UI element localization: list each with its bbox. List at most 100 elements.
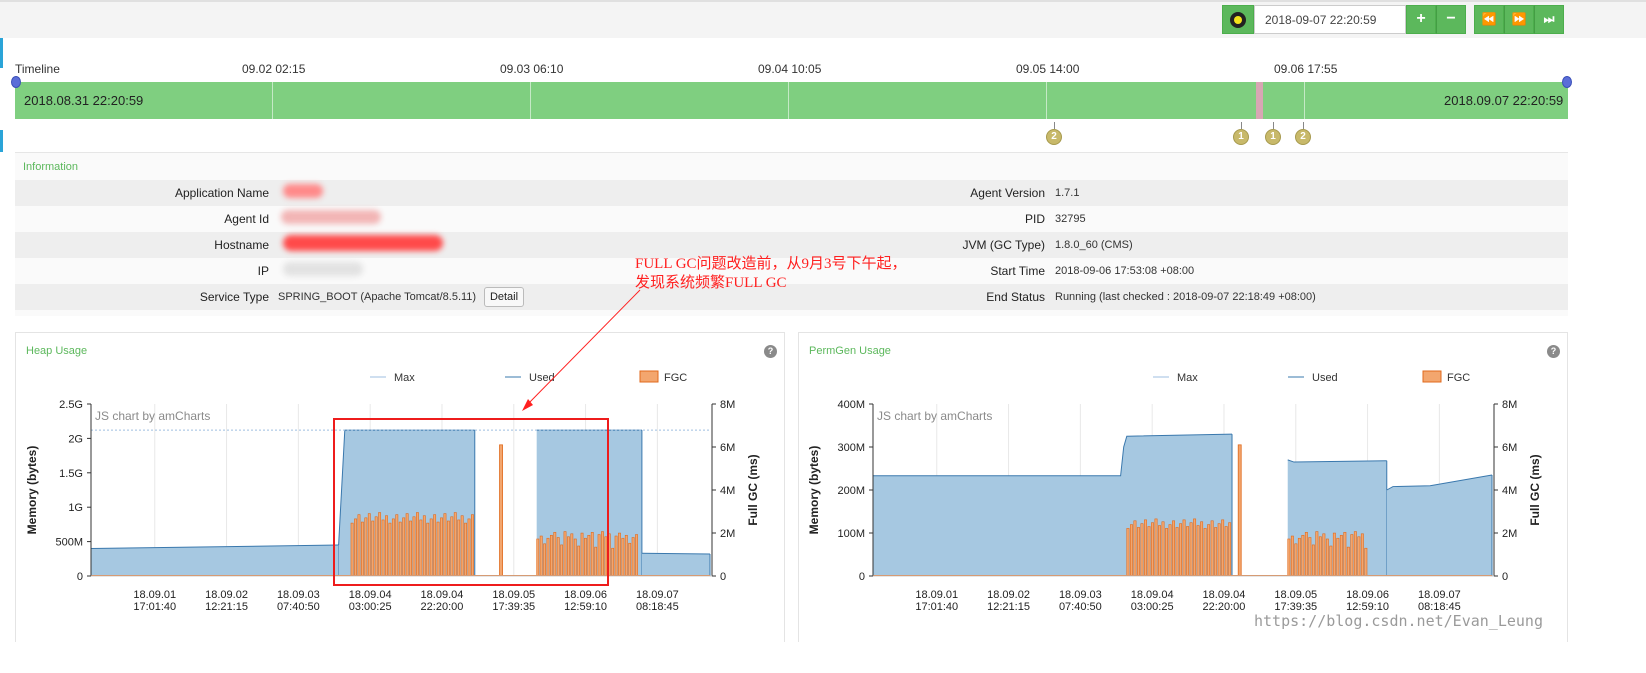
fgc-bar: [354, 518, 357, 577]
fgc-bar: [467, 518, 471, 577]
fgc-bar: [1217, 523, 1221, 577]
fgc-bar: [621, 537, 625, 577]
fgc-bar: [443, 513, 447, 577]
fgc-bar: [573, 538, 577, 577]
fgc-bar: [1360, 533, 1364, 577]
y-tick-label: 100M: [837, 528, 865, 540]
x-tick-date: 18.09.02: [987, 589, 1030, 601]
fgc-bar: [580, 532, 584, 577]
x-tick-time: 22:20:00: [1203, 601, 1246, 613]
fgc-bar: [587, 534, 591, 577]
fgc-bar: [381, 519, 385, 577]
fgc-bar: [471, 514, 474, 577]
fgc-bar: [1140, 523, 1144, 577]
y2-axis-title: Full GC (ms): [746, 454, 760, 525]
fgc-bar: [539, 535, 543, 577]
fgc-bar: [614, 535, 618, 577]
fgc-bar: [364, 517, 368, 577]
fgc-bar: [1144, 519, 1147, 577]
fgc-bar: [1237, 444, 1242, 577]
fgc-bar: [1336, 537, 1340, 577]
x-tick-date: 18.09.02: [205, 589, 248, 601]
y2-tick-label: 8M: [720, 399, 735, 411]
fgc-bar: [1147, 526, 1151, 577]
y2-tick-label: 2M: [1502, 528, 1517, 540]
fgc-bar: [604, 536, 608, 577]
fgc-bar: [426, 522, 430, 577]
fgc-bar: [560, 544, 564, 577]
fgc-bar: [1350, 534, 1354, 577]
used-area: [641, 553, 710, 576]
y2-tick-label: 0: [1502, 571, 1508, 583]
fgc-bar: [409, 520, 412, 577]
fgc-bar: [1221, 519, 1225, 577]
fgc-bar: [457, 519, 461, 577]
fgc-bar: [499, 444, 503, 577]
fgc-bar: [1133, 520, 1137, 577]
fgc-bar: [1325, 538, 1329, 577]
x-tick-time: 12:21:15: [205, 601, 248, 613]
fgc-bar: [1357, 536, 1361, 577]
x-tick-date: 18.09.04: [1131, 589, 1174, 601]
y-axis-title: Memory (bytes): [25, 446, 39, 535]
y-tick-label: 1G: [68, 502, 83, 514]
fgc-bar: [1318, 536, 1322, 577]
fgc-bar: [395, 514, 399, 577]
fgc-bar: [1290, 535, 1294, 577]
used-line: [641, 552, 711, 555]
fgc-bar: [577, 545, 581, 577]
fgc-bar: [1329, 545, 1333, 577]
legend-max-label: Max: [1177, 372, 1198, 384]
x-tick-date: 18.09.05: [1274, 589, 1317, 601]
fgc-bar: [1308, 537, 1312, 577]
fgc-bar: [570, 533, 574, 577]
y-tick-label: 0: [77, 571, 83, 583]
x-tick-date: 18.09.03: [1059, 589, 1102, 601]
x-tick-date: 18.09.03: [277, 589, 320, 601]
fgc-bar: [422, 515, 426, 577]
y-tick-label: 2.5G: [59, 399, 83, 411]
x-tick-time: 12:59:10: [564, 601, 607, 613]
fgc-bar: [584, 537, 587, 577]
fgc-bar: [446, 520, 450, 577]
fgc-bar: [546, 537, 550, 577]
fgc-bar: [624, 534, 628, 577]
y-tick-label: 300M: [837, 442, 865, 454]
fgc-bar: [1322, 533, 1326, 577]
fgc-bar: [398, 521, 402, 577]
fgc-bar: [1182, 519, 1186, 577]
legend-max-label: Max: [394, 372, 415, 384]
fgc-bar: [464, 522, 468, 577]
x-tick-date: 18.09.07: [636, 589, 679, 601]
fgc-bar: [1196, 525, 1200, 577]
fgc-bar: [618, 532, 621, 577]
y-tick-label: 200M: [837, 485, 865, 497]
fgc-bar: [628, 542, 632, 577]
used-area: [91, 545, 339, 576]
legend-used-label: Used: [1312, 372, 1338, 384]
fgc-bar: [543, 543, 546, 577]
x-tick-time: 17:01:40: [915, 601, 958, 613]
y-axis-title: Memory (bytes): [807, 446, 821, 535]
annotation-arrow-line: [525, 289, 641, 407]
fgc-bar: [1126, 528, 1130, 577]
legend-fgc-swatch: [639, 370, 659, 383]
fgc-bar: [635, 534, 638, 577]
x-tick-time: 12:21:15: [987, 601, 1030, 613]
fgc-bar: [1339, 534, 1343, 577]
fgc-bar: [405, 513, 409, 577]
fgc-bar: [460, 515, 464, 577]
fgc-bar: [563, 531, 567, 577]
y-tick-label: 1.5G: [59, 468, 83, 480]
fgc-bar: [429, 518, 433, 577]
fgc-bar: [433, 514, 437, 577]
fgc-bar: [1137, 527, 1140, 577]
fgc-bar: [611, 547, 615, 577]
fgc-bar: [1129, 524, 1133, 577]
fgc-bar: [1364, 547, 1368, 577]
fgc-bar: [450, 516, 454, 577]
y-tick-label: 500M: [55, 537, 83, 549]
y-tick-label: 400M: [837, 399, 865, 411]
y2-tick-label: 6M: [1502, 442, 1517, 454]
y2-axis-title: Full GC (ms): [1528, 454, 1542, 525]
